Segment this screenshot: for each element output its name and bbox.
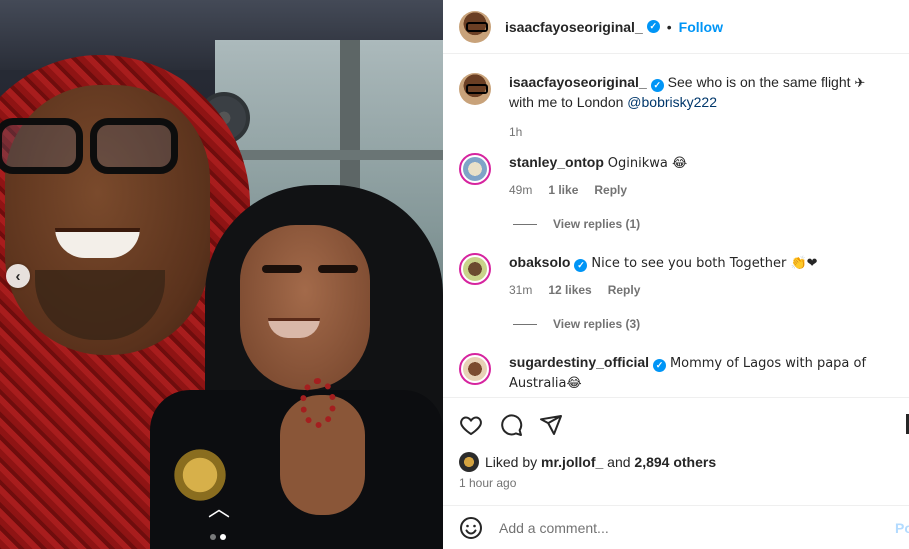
liked-by-others[interactable]: 2,894 others <box>634 454 716 470</box>
liker-avatar[interactable] <box>459 452 479 472</box>
add-comment-bar: Add a comment... Post <box>443 505 909 549</box>
liker-username[interactable]: mr.jollof_ <box>541 454 603 470</box>
chevron-left-icon: ‹ <box>15 267 21 285</box>
comment-likes[interactable]: 1 like <box>548 181 578 199</box>
comment-text: Nice to see you both Together 👏❤ <box>591 256 818 271</box>
previous-image-button[interactable]: ‹ <box>6 264 30 288</box>
liked-by-middle: and <box>607 454 631 470</box>
author-avatar[interactable] <box>459 10 491 43</box>
post-timestamp[interactable]: 1 hour ago <box>459 476 516 490</box>
comment-icon[interactable] <box>499 413 523 437</box>
caption-username[interactable]: isaacfayoseoriginal_ <box>509 74 647 90</box>
post-comment-button[interactable]: Post <box>895 520 909 536</box>
window-frame <box>215 150 443 160</box>
share-icon[interactable] <box>539 413 563 437</box>
comments-list[interactable]: isaacfayoseoriginal_ ✓ See who is on the … <box>443 55 909 397</box>
caption: isaacfayoseoriginal_ ✓ See who is on the … <box>459 73 899 141</box>
view-replies-label: View replies (1) <box>553 217 641 231</box>
comment-item: obaksolo ✓ Nice to see you both Together … <box>459 253 899 299</box>
separator-dot: • <box>666 18 672 35</box>
heart-icon[interactable] <box>459 413 483 437</box>
carousel-dot-active <box>220 534 226 540</box>
caption-age: 1h <box>509 125 523 139</box>
commenter-avatar[interactable] <box>459 153 491 185</box>
woman-face <box>240 225 370 390</box>
author-username[interactable]: isaacfayoseoriginal_ <box>505 19 643 35</box>
verified-badge-icon: ✓ <box>650 79 664 92</box>
verified-badge-icon: ✓ <box>646 20 660 33</box>
comment-username[interactable]: obaksolo <box>509 254 570 270</box>
liked-by-prefix: Liked by <box>485 454 538 470</box>
author-avatar[interactable] <box>459 73 491 105</box>
reply-button[interactable]: Reply <box>608 281 641 299</box>
comment-likes[interactable]: 12 likes <box>548 281 591 299</box>
comment-item: stanley_ontop Oginikwa 😂 49m 1 like Repl… <box>459 153 899 199</box>
liked-by-row[interactable]: Liked by mr.jollof_ and 2,894 others <box>459 452 716 472</box>
follow-button[interactable]: Follow <box>679 19 723 35</box>
caption-text-after: with me to London <box>509 94 624 110</box>
eyeglasses <box>0 118 185 176</box>
post-image[interactable]: ‹ ︿ <box>0 0 443 549</box>
post-panel: isaacfayoseoriginal_ ✓ • Follow isaacfay… <box>443 0 909 549</box>
chevron-up-icon[interactable]: ︿ <box>206 498 232 520</box>
view-replies-button[interactable]: View replies (1) <box>513 217 640 231</box>
post-header: isaacfayoseoriginal_ ✓ • Follow <box>443 0 909 54</box>
view-replies-button[interactable]: View replies (3) <box>513 317 640 331</box>
caption-text: See who is on the same flight <box>667 74 851 90</box>
commenter-avatar[interactable] <box>459 253 491 285</box>
comment-username[interactable]: sugardestiny_official <box>509 354 649 370</box>
red-beads <box>300 378 336 428</box>
action-bar <box>443 397 909 451</box>
woman-brow <box>318 265 358 273</box>
mention-link[interactable]: @bobrisky222 <box>627 94 717 110</box>
verified-badge-icon: ✓ <box>574 259 588 272</box>
comment-age: 31m <box>509 283 533 297</box>
emoji-icon[interactable] <box>459 516 483 540</box>
verified-badge-icon: ✓ <box>653 359 667 372</box>
comment-input[interactable]: Add a comment... <box>499 520 895 536</box>
comment-text: Oginikwa 😂 <box>607 156 688 171</box>
woman-brow <box>262 265 302 273</box>
view-replies-label: View replies (3) <box>553 317 641 331</box>
carousel-dots <box>210 534 226 540</box>
carousel-dot <box>210 534 216 540</box>
airplane-emoji: ✈ <box>854 76 866 91</box>
comment-username[interactable]: stanley_ontop <box>509 154 604 170</box>
reply-button[interactable]: Reply <box>594 181 627 199</box>
commenter-avatar[interactable] <box>459 353 491 385</box>
comment-age: 49m <box>509 183 533 197</box>
comment-item: sugardestiny_official ✓ Mommy of Lagos wi… <box>459 353 899 393</box>
